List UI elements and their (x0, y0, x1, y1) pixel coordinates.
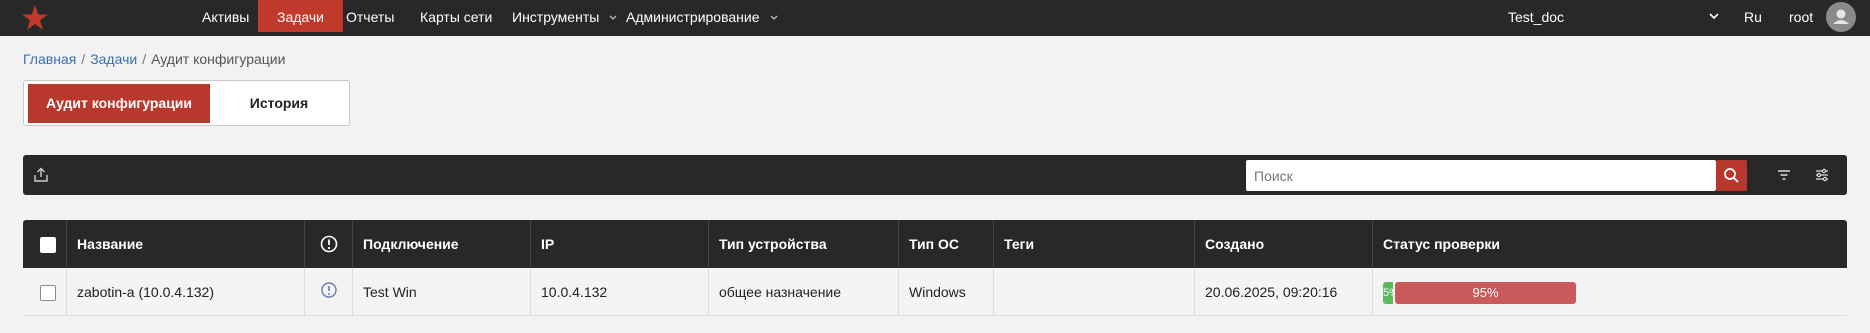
row-checkbox[interactable] (40, 285, 56, 301)
tab-history[interactable]: История (210, 84, 348, 123)
table-toolbar (23, 155, 1847, 195)
nav-item-administration-label: Администрирование (626, 9, 760, 25)
alert-circle-icon (321, 282, 337, 298)
cell-created: 20.06.2025, 09:20:16 (1195, 268, 1373, 316)
language-switcher[interactable]: Ru (1744, 0, 1762, 34)
column-header-alert[interactable] (305, 220, 353, 268)
column-header-name[interactable]: Название (67, 220, 305, 268)
column-settings-icon[interactable] (1814, 167, 1830, 183)
nav-item-assets[interactable]: Активы (202, 0, 249, 32)
table-header: Название Подключение IP Тип устройства Т… (23, 220, 1847, 268)
nav-item-tools-label: Инструменты (512, 9, 600, 25)
cell-name[interactable]: zabotin-a (10.0.4.132) (67, 268, 305, 316)
row-select-cell (23, 268, 67, 316)
chevron-down-icon (770, 15, 777, 21)
column-header-tags[interactable]: Теги (994, 220, 1195, 268)
breadcrumb-tasks[interactable]: Задачи (90, 51, 137, 67)
column-header-device-type[interactable]: Тип устройства (709, 220, 899, 268)
column-header-audit-status[interactable]: Статус проверки (1373, 220, 1549, 268)
top-nav-bar: Активы Задачи Отчеты Карты сети Инструме… (0, 0, 1870, 36)
cell-ip: 10.0.4.132 (531, 268, 709, 316)
user-icon (1833, 9, 1849, 24)
chevron-down-icon (609, 15, 617, 21)
column-header-connection[interactable]: Подключение (353, 220, 531, 268)
nav-item-reports[interactable]: Отчеты (346, 0, 394, 32)
tab-config-audit[interactable]: Аудит конфигурации (28, 84, 210, 123)
select-all-checkbox[interactable] (40, 237, 56, 253)
nav-item-tools[interactable]: Инструменты (512, 0, 617, 32)
alert-circle-icon (320, 235, 338, 253)
breadcrumb-current: Аудит конфигурации (151, 51, 286, 67)
breadcrumb: Главная / Задачи / Аудит конфигурации (23, 51, 285, 67)
star-logo-icon[interactable] (20, 3, 50, 33)
column-header-ip[interactable]: IP (531, 220, 709, 268)
nav-item-tasks[interactable]: Задачи (258, 0, 344, 32)
tab-group: Аудит конфигурации История (23, 80, 350, 126)
cell-os-type: Windows (899, 268, 994, 316)
cell-alert[interactable] (305, 268, 353, 316)
search-input[interactable] (1246, 160, 1716, 191)
breadcrumb-home[interactable]: Главная (23, 51, 76, 67)
breadcrumb-separator: / (142, 51, 147, 67)
cell-connection: Test Win (353, 268, 531, 316)
filter-icon[interactable] (1776, 167, 1792, 183)
tasks-table: Название Подключение IP Тип устройства Т… (23, 220, 1847, 316)
column-header-created[interactable]: Создано (1195, 220, 1373, 268)
avatar[interactable] (1826, 2, 1856, 32)
cell-tags (994, 268, 1195, 316)
column-header-os-type[interactable]: Тип ОС (899, 220, 994, 268)
search-button[interactable] (1716, 160, 1747, 191)
chevron-down-icon[interactable] (1708, 10, 1720, 22)
export-icon[interactable] (33, 167, 49, 183)
user-name[interactable]: root (1789, 0, 1813, 34)
nav-item-network-maps[interactable]: Карты сети (420, 0, 492, 32)
cell-audit-status: 5% 95% (1373, 268, 1576, 316)
header-select-cell (23, 220, 67, 268)
status-fail-segment: 95% (1395, 282, 1576, 304)
cell-device-type: общее назначение (709, 268, 899, 316)
search-icon (1724, 168, 1739, 183)
status-pass-segment: 5% (1383, 282, 1393, 304)
nav-item-administration[interactable]: Администрирование (626, 0, 778, 32)
breadcrumb-separator: / (81, 51, 86, 67)
workspace-selector[interactable]: Test_doc (1508, 0, 1564, 36)
table-row[interactable]: zabotin-a (10.0.4.132) Test Win 10.0.4.1… (23, 268, 1847, 316)
audit-status-bar[interactable]: 5% 95% (1383, 282, 1576, 304)
